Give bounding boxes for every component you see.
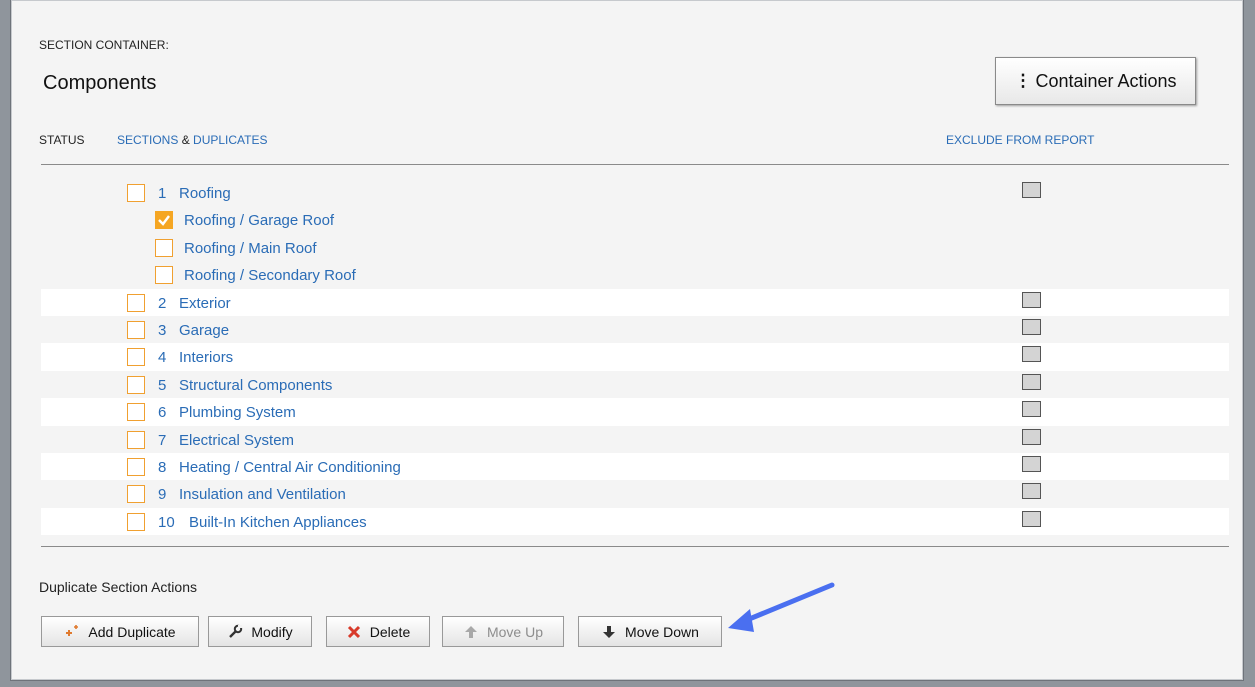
modify-button[interactable]: Modify bbox=[208, 616, 312, 647]
section-row: 10 Built-In Kitchen Appliances bbox=[41, 507, 1229, 536]
section-link[interactable]: Roofing bbox=[179, 185, 231, 202]
section-row: 7 Electrical System bbox=[41, 426, 1229, 453]
add-duplicate-icon bbox=[64, 624, 80, 640]
container-actions-button[interactable]: ⋮ Container Actions bbox=[995, 57, 1196, 105]
annotation-arrow-icon bbox=[728, 582, 835, 632]
move-down-label: Move Down bbox=[625, 623, 699, 640]
section-number: 4 bbox=[158, 349, 167, 367]
exclude-from-report-checkbox[interactable] bbox=[1022, 318, 1041, 335]
delete-label: Delete bbox=[369, 623, 411, 640]
section-link[interactable]: Heating / Central Air Conditioning bbox=[179, 459, 401, 476]
sections-header-link[interactable]: SECTIONS bbox=[117, 133, 178, 147]
duplicate-row: Roofing / Garage Roof bbox=[41, 206, 1229, 233]
section-link[interactable]: Built-In Kitchen Appliances bbox=[189, 514, 367, 531]
status-column-header: STATUS bbox=[39, 133, 85, 147]
status-checkbox[interactable] bbox=[127, 485, 145, 504]
sections-list: 1 Roofing Roofing / Garage Roof Roofing / M… bbox=[41, 179, 1229, 536]
duplicate-section-actions-label: Duplicate Section Actions bbox=[39, 579, 197, 595]
status-checkbox[interactable] bbox=[127, 375, 145, 394]
status-checkbox[interactable] bbox=[127, 403, 145, 422]
duplicates-header-link[interactable]: DUPLICATES bbox=[193, 133, 267, 147]
container-actions-label: Container Actions bbox=[1035, 70, 1177, 91]
status-checkbox[interactable] bbox=[127, 348, 145, 367]
status-checkbox[interactable] bbox=[127, 320, 145, 339]
exclude-from-report-checkbox[interactable] bbox=[1022, 483, 1041, 500]
checkmark-icon bbox=[158, 215, 170, 227]
duplicate-row: Roofing / Main Roof bbox=[41, 234, 1229, 261]
page-title: Components bbox=[43, 72, 157, 94]
status-checkbox[interactable] bbox=[127, 512, 145, 531]
exclude-from-report-checkbox[interactable] bbox=[1022, 373, 1041, 390]
arrow-up-icon bbox=[463, 624, 479, 640]
section-link[interactable]: Insulation and Ventilation bbox=[179, 486, 346, 503]
add-duplicate-label: Add Duplicate bbox=[88, 623, 176, 640]
move-up-label: Move Up bbox=[486, 623, 544, 640]
status-checkbox[interactable] bbox=[127, 293, 145, 312]
exclude-from-report-checkbox[interactable] bbox=[1022, 428, 1041, 445]
status-checkbox-checked[interactable] bbox=[155, 211, 173, 230]
exclude-from-report-checkbox[interactable] bbox=[1022, 455, 1041, 472]
section-link[interactable]: Garage bbox=[179, 322, 229, 339]
section-link[interactable]: Interiors bbox=[179, 349, 233, 366]
duplicate-link[interactable]: Roofing / Secondary Roof bbox=[184, 267, 356, 284]
section-row: 6 Plumbing System bbox=[41, 398, 1229, 426]
section-row: 2 Exterior bbox=[41, 288, 1229, 316]
section-row: 3 Garage bbox=[41, 316, 1229, 343]
duplicate-link[interactable]: Roofing / Main Roof bbox=[184, 240, 317, 257]
modify-label: Modify bbox=[251, 623, 293, 640]
exclude-from-report-checkbox[interactable] bbox=[1022, 182, 1041, 198]
close-icon bbox=[346, 624, 362, 640]
section-number: 1 bbox=[158, 185, 167, 202]
kebab-icon: ⋮ bbox=[1014, 71, 1032, 90]
section-row: 5 Structural Components bbox=[41, 371, 1229, 398]
delete-button[interactable]: Delete bbox=[326, 616, 430, 647]
section-number: 3 bbox=[158, 321, 167, 339]
section-row: 1 Roofing bbox=[41, 179, 1229, 206]
ampersand: & bbox=[181, 133, 190, 147]
section-row: 8 Heating / Central Air Conditioning bbox=[41, 452, 1229, 481]
status-checkbox[interactable] bbox=[127, 457, 145, 476]
move-up-button[interactable]: Move Up bbox=[442, 616, 564, 647]
status-checkbox[interactable] bbox=[155, 238, 173, 257]
section-link[interactable]: Plumbing System bbox=[179, 404, 296, 421]
section-number: 2 bbox=[158, 294, 167, 312]
section-row: 4 Interiors bbox=[41, 343, 1229, 371]
header-divider bbox=[41, 164, 1229, 165]
section-link[interactable]: Structural Components bbox=[179, 377, 332, 394]
footer-divider bbox=[41, 546, 1229, 547]
exclude-from-report-checkbox[interactable] bbox=[1022, 291, 1041, 308]
section-number: 9 bbox=[158, 486, 167, 504]
section-number: 10 bbox=[158, 513, 175, 531]
exclude-from-report-checkbox[interactable] bbox=[1022, 346, 1041, 363]
section-container-panel: SECTION CONTAINER: Components ⋮ Containe… bbox=[10, 0, 1244, 681]
section-link[interactable]: Electrical System bbox=[179, 432, 294, 449]
section-row: 9 Insulation and Ventilation bbox=[41, 480, 1229, 507]
section-number: 6 bbox=[158, 404, 167, 422]
section-number: 8 bbox=[158, 458, 167, 476]
duplicate-link[interactable]: Roofing / Garage Roof bbox=[184, 212, 334, 229]
section-number: 5 bbox=[158, 376, 167, 394]
arrow-down-icon bbox=[601, 624, 617, 640]
section-number: 7 bbox=[158, 431, 167, 449]
status-checkbox[interactable] bbox=[127, 184, 145, 202]
add-duplicate-button[interactable]: Add Duplicate bbox=[41, 616, 199, 647]
exclude-from-report-column-header: EXCLUDE FROM REPORT bbox=[946, 133, 1095, 147]
exclude-from-report-checkbox[interactable] bbox=[1022, 401, 1041, 418]
section-link[interactable]: Exterior bbox=[179, 295, 231, 312]
move-down-button[interactable]: Move Down bbox=[578, 616, 722, 647]
status-checkbox[interactable] bbox=[127, 430, 145, 449]
exclude-from-report-checkbox[interactable] bbox=[1022, 510, 1041, 527]
sections-duplicates-column-header: SECTIONS & DUPLICATES bbox=[117, 133, 268, 147]
status-checkbox[interactable] bbox=[155, 266, 173, 285]
duplicate-row: Roofing / Secondary Roof bbox=[41, 261, 1229, 288]
section-container-label: SECTION CONTAINER: bbox=[39, 38, 169, 52]
wrench-icon bbox=[227, 624, 243, 640]
